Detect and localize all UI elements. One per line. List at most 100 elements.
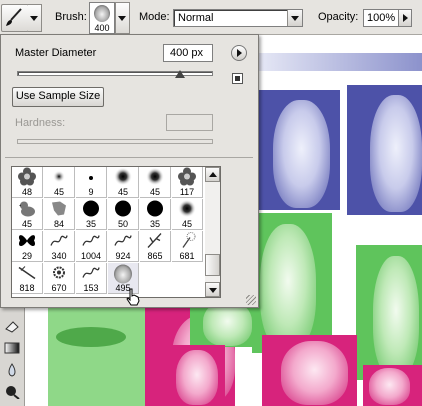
panel-menu-button[interactable] — [231, 45, 247, 61]
brush-size-value: 400 — [94, 23, 110, 33]
panel-menu-arrow-icon — [237, 49, 242, 57]
brush-preset-size: 153 — [83, 283, 99, 293]
brush-preset-size: 45 — [21, 219, 32, 229]
brush-preset-8[interactable]: 35 — [76, 199, 107, 230]
opacity-field[interactable]: 100% — [363, 9, 399, 27]
master-diameter-label: Master Diameter — [15, 47, 97, 59]
blur-tool-icon[interactable] — [4, 363, 20, 377]
brush-preset-size: 45 — [181, 219, 192, 229]
brush-preset-size: 35 — [85, 219, 96, 229]
brush-preset-0[interactable]: 48 — [12, 167, 43, 198]
portrait-brush-icon — [94, 5, 110, 22]
master-diameter-slider-thumb[interactable] — [174, 70, 185, 78]
reset-size-icon[interactable] — [232, 73, 243, 84]
brush-preset-size: 117 — [179, 187, 195, 197]
tool-preset-arrow[interactable] — [28, 4, 42, 32]
brush-preset-5[interactable]: 117 — [172, 167, 203, 198]
splatter-brush-icon — [50, 264, 68, 285]
brush-label: Brush: — [55, 11, 87, 23]
options-bar: Brush: 400 Mode: Normal Opacity: 100% — [0, 0, 422, 35]
flower-brush-icon — [178, 167, 196, 189]
brush-preset-7[interactable]: 84 — [44, 199, 75, 230]
mode-select[interactable]: Normal — [173, 9, 303, 27]
portrait-brush-icon — [114, 264, 132, 284]
brush-preset-20[interactable]: 153 — [76, 263, 107, 294]
hard-round-brush-icon — [88, 172, 94, 184]
brush-preset-9[interactable]: 50 — [108, 199, 139, 230]
brush-preview-thumbnail[interactable]: 400 — [89, 2, 115, 34]
brush-preset-12[interactable]: 29 — [12, 231, 43, 262]
brush-preset-19[interactable]: 670 — [44, 263, 75, 294]
brush-presets-grid[interactable]: 48 45 9 45 45 117 45 84 35 50 35 45 29 340 1004 924 865 6… — [11, 166, 207, 298]
brush-preset-10[interactable]: 35 — [140, 199, 171, 230]
brush-preset-6[interactable]: 45 — [12, 199, 43, 230]
chevron-down-icon — [30, 16, 38, 21]
brush-preset-size: 48 — [21, 187, 32, 197]
brush-preset-size: 340 — [51, 251, 67, 261]
panel-divider — [5, 157, 253, 158]
dandelion-brush-icon — [177, 232, 197, 253]
hardness-slider — [17, 139, 213, 144]
brush-preset-1[interactable]: 45 — [44, 167, 75, 198]
brush-preset-11[interactable]: 45 — [172, 199, 203, 230]
brush-preset-size: 681 — [179, 251, 195, 261]
photo-tile-green-1 — [252, 213, 332, 353]
brush-presets-scrollbar[interactable] — [205, 166, 221, 298]
hard-round-brush-icon — [82, 200, 100, 221]
chevron-down-icon — [118, 16, 126, 21]
photo-tile-green-2 — [356, 245, 422, 380]
map-brush-icon — [50, 200, 68, 221]
brush-preset-13[interactable]: 340 — [44, 231, 75, 262]
brush-preset-16[interactable]: 865 — [140, 231, 171, 262]
hardness-field — [166, 114, 213, 131]
scribble-brush-icon — [113, 232, 133, 253]
master-diameter-value: 400 px — [170, 47, 204, 59]
opacity-slider-toggle[interactable] — [398, 9, 412, 27]
brush-preset-size: 670 — [51, 283, 67, 293]
canvas-header-strip — [256, 53, 422, 71]
gradient-tool-icon[interactable] — [4, 341, 20, 355]
brush-preset-size: 84 — [53, 219, 64, 229]
opacity-value: 100% — [367, 12, 396, 24]
brush-tool-icon — [6, 8, 22, 26]
tool-preset-picker-button[interactable] — [1, 4, 29, 32]
brush-preset-2[interactable]: 9 — [76, 167, 107, 198]
flower-brush-icon — [18, 167, 36, 189]
scribble-brush-icon — [81, 264, 101, 285]
chevron-down-icon — [209, 288, 217, 293]
brush-preset-18[interactable]: 818 — [12, 263, 43, 294]
lips-shape — [56, 327, 126, 347]
brush-preset-size: 45 — [53, 187, 64, 197]
brush-preset-17[interactable]: 681 — [172, 231, 203, 262]
scroll-up-button[interactable] — [205, 167, 220, 182]
stroke-brush-icon — [17, 264, 37, 285]
hand-cursor-icon — [126, 288, 140, 306]
brush-picker-toggle[interactable] — [115, 2, 130, 34]
hard-round-brush-icon — [114, 200, 132, 221]
dodge-tool-icon[interactable] — [4, 385, 20, 400]
brush-preset-size: 35 — [149, 219, 160, 229]
brush-preset-size: 865 — [147, 251, 163, 261]
brush-preset-3[interactable]: 45 — [108, 167, 139, 198]
photo-tile-pink-4 — [363, 365, 422, 406]
mode-value: Normal — [178, 12, 214, 24]
brush-preset-size: 924 — [115, 251, 131, 261]
scroll-thumb[interactable] — [205, 254, 220, 276]
brush-preset-14[interactable]: 1004 — [76, 231, 107, 262]
use-sample-size-button[interactable]: Use Sample Size — [12, 87, 104, 107]
chevron-right-icon — [403, 14, 408, 22]
photo-tile-blue-1 — [258, 90, 340, 210]
hard-round-brush-icon — [146, 200, 164, 221]
brush-preset-size: 1004 — [80, 251, 102, 261]
brush-preset-4[interactable]: 45 — [140, 167, 171, 198]
photo-tile-green-lips — [48, 305, 152, 406]
chevron-up-icon — [209, 172, 217, 177]
brush-preset-15[interactable]: 924 — [108, 231, 139, 262]
eraser-tool-icon[interactable] — [4, 319, 20, 333]
hardness-label: Hardness: — [15, 117, 66, 129]
mode-label: Mode: — [139, 11, 170, 23]
scroll-down-button[interactable] — [205, 282, 220, 297]
master-diameter-input[interactable]: 400 px — [163, 44, 213, 62]
panel-resize-grip[interactable] — [246, 295, 256, 305]
branch-brush-icon — [145, 232, 165, 253]
